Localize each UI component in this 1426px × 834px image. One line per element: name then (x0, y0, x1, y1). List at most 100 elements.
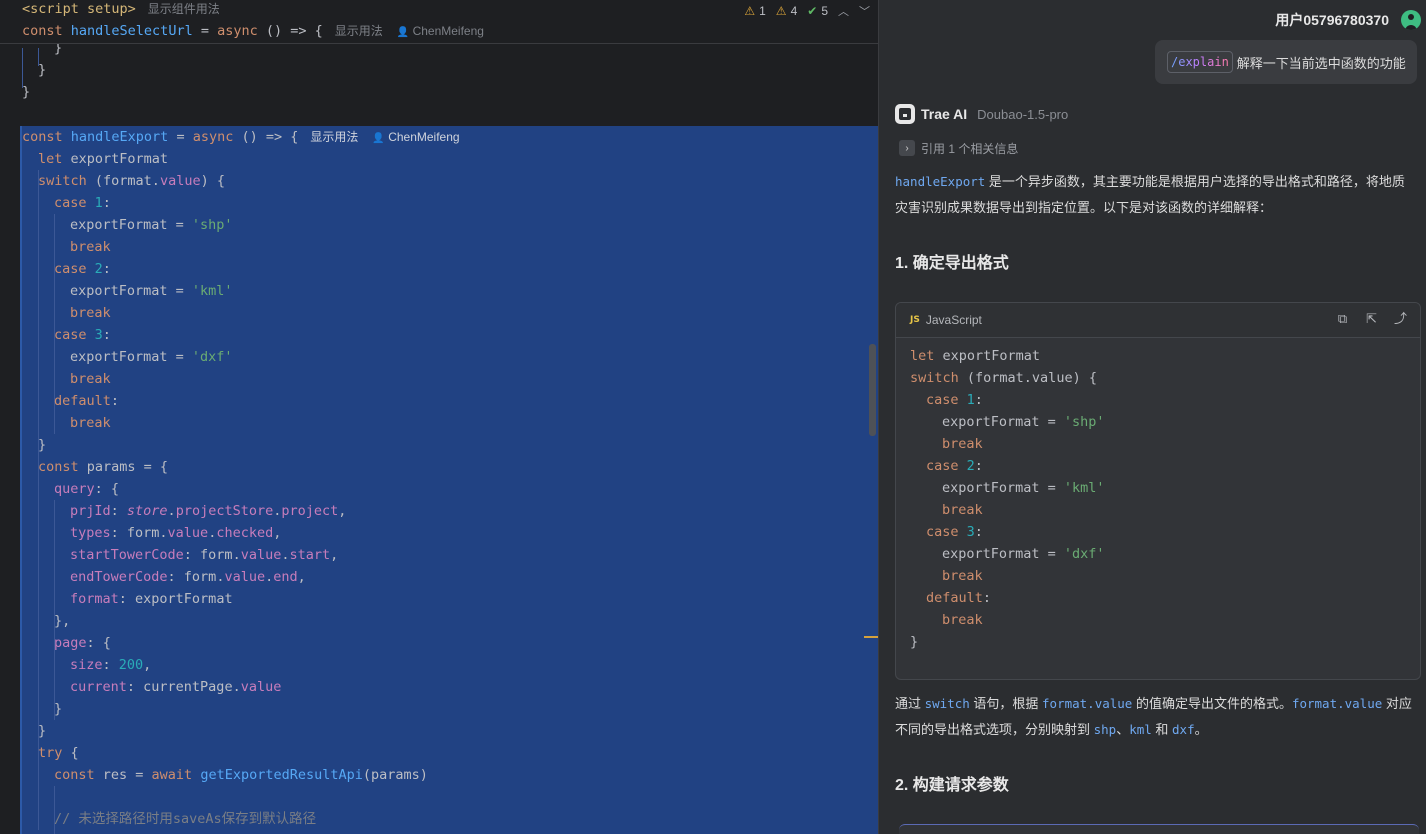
javascript-icon: JS (910, 315, 920, 325)
code-line: current: currentPage.value (70, 679, 282, 695)
code-line: break (70, 415, 111, 431)
section-heading: 2. 构建请求参数 (895, 777, 1009, 794)
code-line: format: exportFormat (70, 591, 233, 607)
code-comment: // 未选择路径时用saveAs保存到默认路径 (54, 811, 317, 827)
code-block (899, 824, 1419, 834)
code-line: case 3: (54, 327, 111, 343)
code-block-header: JS JavaScript ⧉ ⇱ ⤴ (896, 303, 1420, 338)
code-line: } (38, 723, 47, 739)
ok-count: 5 (821, 4, 828, 18)
code-line: switch (format.value) { (38, 173, 225, 189)
usage-hint[interactable]: 显示组件用法 (148, 2, 220, 16)
person-icon: 👤 (372, 133, 385, 144)
author-annotation[interactable]: 👤 ChenMeifeng (372, 130, 459, 144)
insert-icon[interactable]: ⇱ (1364, 312, 1379, 327)
code-line: query: { (54, 481, 120, 497)
section-heading: 1. 确定导出格式 (895, 255, 1009, 272)
explain-paragraph: 通过 switch 语句，根据 format.value 的值确定导出文件的格式… (895, 696, 1412, 737)
code-line: types: form.value.checked, (70, 525, 282, 541)
code-line: size: 200, (70, 657, 152, 673)
code-line: break (942, 612, 983, 628)
chevron-up-icon[interactable]: ︿ (838, 3, 849, 19)
usage-hint[interactable]: 显示用法 (310, 130, 358, 144)
code-line: break (70, 305, 111, 321)
model-name: Doubao-1.5-pro (977, 106, 1069, 122)
code-line: } (54, 701, 63, 717)
code-text: () => { (257, 23, 323, 39)
code-line: prjId: store.projectStore.project, (70, 503, 347, 519)
code-line: break (942, 568, 983, 584)
author-annotation[interactable]: 👤 ChenMeifeng (397, 24, 484, 38)
user-message-bubble: /explain 解释一下当前选中函数的功能 (1155, 40, 1417, 84)
command-label: /explain (1171, 55, 1229, 69)
code-line: exportFormat = 'shp' (70, 217, 233, 233)
code-line: page: { (54, 635, 111, 651)
code-line: exportFormat = 'dxf' (70, 349, 233, 365)
code-line: break (70, 371, 111, 387)
keyword: const (22, 23, 71, 39)
chevron-right-icon: › (899, 140, 915, 156)
code-language: JavaScript (925, 313, 982, 327)
ai-response-header: Trae AI Doubao-1.5-pro (895, 104, 1068, 124)
code-line: } (38, 62, 47, 78)
user-avatar-icon[interactable] (1401, 10, 1421, 30)
code-line: default: (54, 393, 120, 409)
code-line: const res = await getExportedResultApi(p… (54, 767, 428, 783)
operator: = (192, 23, 218, 39)
weak-warning-count: 4 (790, 4, 798, 18)
code-line: const params = { (38, 459, 169, 475)
code-line: break (70, 239, 111, 255)
code-block: JS JavaScript ⧉ ⇱ ⤴ let exportFormat swi… (895, 302, 1421, 680)
sticky-scroll-header[interactable]: <script setup> 显示组件用法 const handleSelectU… (0, 0, 878, 44)
code-line: } (22, 84, 31, 100)
code-line: let exportFormat (910, 348, 1041, 364)
reference-label: 引用 1 个相关信息 (921, 141, 1019, 156)
code-line: case 2: (54, 261, 111, 277)
code-line: break (942, 436, 983, 452)
intro-paragraph: handleExport 是一个异步函数，其主要功能是根据用户选择的导出格式和路… (895, 174, 1405, 215)
code-line: case 3: (926, 524, 983, 540)
inspection-widget[interactable]: ⚠ 1 ⚠ 4 ✔ 5 ︿ ﹀ (744, 2, 870, 20)
weak-warning-icon: ⚠ (775, 4, 787, 18)
author-name: ChenMeifeng (412, 24, 484, 38)
trae-logo-icon (895, 104, 915, 124)
code-line: startTowerCode: form.value.start, (70, 547, 339, 563)
scrollbar-change-marker[interactable] (864, 636, 878, 638)
apply-icon[interactable]: ⤴ (1393, 312, 1408, 327)
reference-toggle[interactable]: › 引用 1 个相关信息 (899, 138, 1018, 158)
script-tag: <script setup> (22, 1, 136, 17)
code-line: } (38, 437, 47, 453)
code-line: case 1: (54, 195, 111, 211)
code-line: default: (926, 590, 992, 606)
usage-hint[interactable]: 显示用法 (335, 24, 383, 38)
code-line: }, (54, 613, 71, 629)
copy-icon[interactable]: ⧉ (1335, 312, 1350, 327)
code-line: exportFormat = 'kml' (70, 283, 233, 299)
code-line: exportFormat = 'dxf' (942, 546, 1105, 562)
ai-name: Trae AI (921, 106, 968, 122)
selection-gutter-marker (20, 126, 22, 834)
code-editor[interactable]: <script setup> 显示组件用法 const handleSelectU… (0, 0, 878, 834)
author-name: ChenMeifeng (388, 130, 460, 144)
code-line: break (942, 502, 983, 518)
code-line: case 2: (926, 458, 983, 474)
user-message-text: 解释一下当前选中函数的功能 (1236, 55, 1406, 71)
inline-code: handleExport (895, 174, 986, 189)
code-line-handle-export[interactable]: const handleExport = async () => {显示用法 👤 … (22, 126, 460, 148)
person-icon: 👤 (396, 27, 410, 38)
code-line: endTowerCode: form.value.end, (70, 569, 306, 585)
ai-chat-panel[interactable]: 用户05796780370 /explain 解释一下当前选中函数的功能 Tra… (878, 0, 1426, 834)
function-name: handleSelectUrl (70, 23, 193, 39)
warning-icon: ⚠ (744, 4, 756, 18)
check-icon: ✔ (807, 4, 818, 18)
sticky-line-script-setup[interactable]: <script setup> 显示组件用法 (22, 0, 220, 20)
sticky-line-handle-select-url[interactable]: const handleSelectUrl = async () => { 显示用… (22, 20, 484, 42)
code-line: let exportFormat (38, 151, 169, 167)
chevron-down-icon[interactable]: ﹀ (859, 3, 870, 19)
user-name: 用户05796780370 (1275, 12, 1389, 28)
keyword: async (217, 23, 258, 39)
editor-scrollbar-thumb[interactable] (869, 344, 876, 436)
code-line: } (910, 634, 919, 650)
code-line: exportFormat = 'shp' (942, 414, 1105, 430)
code-line: try { (38, 745, 79, 761)
